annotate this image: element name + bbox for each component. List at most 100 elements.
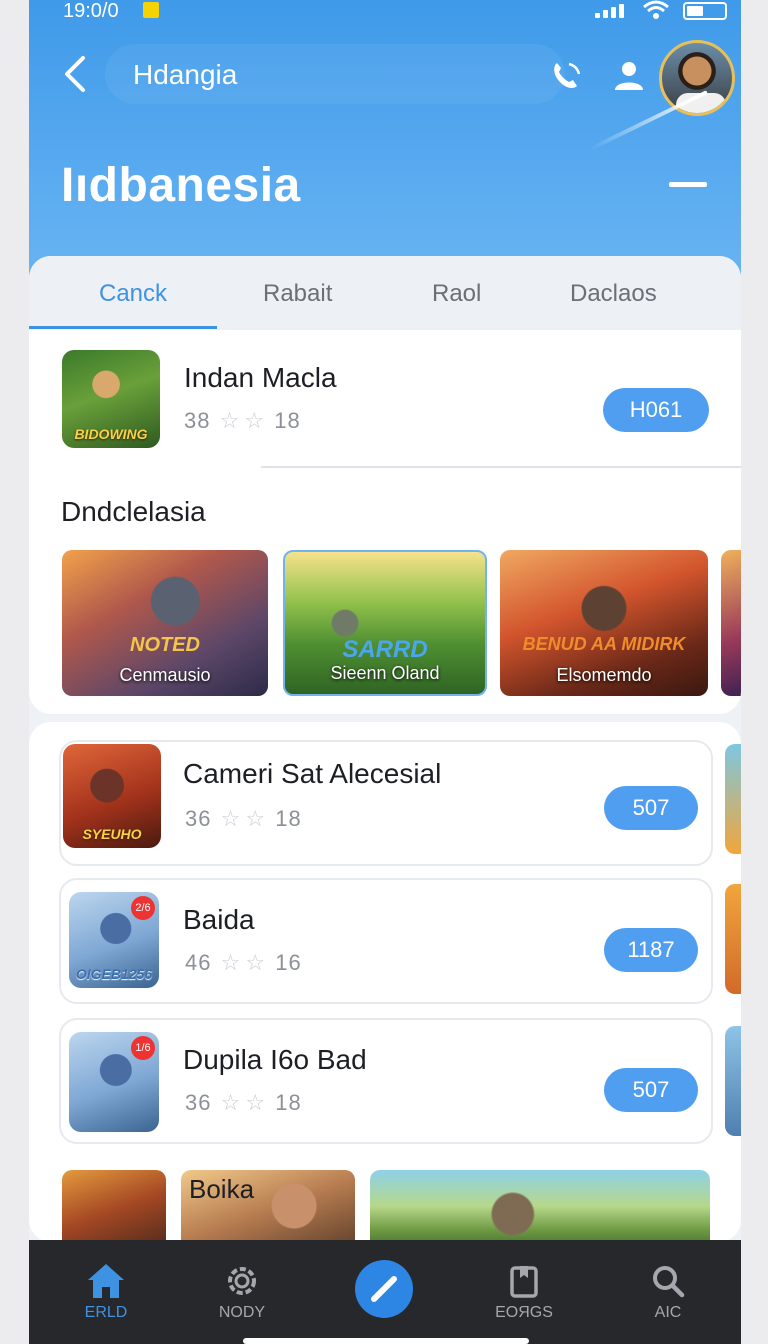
nav-label: NODY (218, 1304, 266, 1321)
tab-bar: Canck Rabait Raol Daclaos (29, 256, 741, 330)
banner-tag: SARRD (342, 636, 428, 663)
game-rating: 36 ☆ ☆ 18 (185, 1090, 302, 1116)
search-bar[interactable]: Hdangia (105, 44, 565, 104)
icon-caption: OIGEB1256 (75, 966, 153, 982)
banner-label: Elsomemdo (556, 665, 652, 685)
banner-label: Sieenn Oland (330, 663, 440, 683)
light-beam-decoration (589, 90, 708, 151)
star-icon: ☆ (220, 806, 242, 831)
side-card-peek (725, 744, 741, 854)
game-action-button[interactable]: 507 (604, 1068, 698, 1112)
tab-daclaos[interactable]: Daclaos (570, 280, 657, 308)
game-action-button[interactable]: 507 (604, 786, 698, 830)
search-icon (653, 1266, 685, 1298)
side-card-peek (725, 884, 741, 994)
wifi-icon (643, 0, 669, 19)
user-icon[interactable] (611, 58, 647, 92)
tab-raol[interactable]: Raol (432, 280, 481, 308)
featured-game-icon[interactable]: BIDOWING (62, 350, 160, 448)
battery-icon (683, 2, 727, 20)
star-icon: ☆ (245, 1090, 267, 1115)
status-bar: 19:0/0 (29, 0, 741, 24)
search-text: Hdangia (133, 59, 238, 90)
game-rating: 46 ☆ ☆ 16 (185, 950, 302, 976)
banner-label: Cenmausio (119, 665, 211, 685)
banner-card[interactable]: SARRD Sieenn Oland (283, 550, 487, 696)
star-icon: ☆ (245, 950, 267, 975)
featured-icon-caption: BIDOWING (74, 426, 148, 442)
banner-card[interactable]: NOTED Cenmausio (62, 550, 268, 696)
game-title: Cameri Sat Alecesial (183, 758, 442, 789)
rating-value: 36 (185, 806, 212, 831)
banner-tag: BENUD AA MIDIRK (522, 634, 686, 654)
edit-fab-button[interactable] (355, 1260, 413, 1318)
list-item[interactable]: 1/6 Dupila I6o Bad 36 ☆ ☆ 18 507 (59, 1018, 713, 1144)
star-icon: ☆ (245, 806, 267, 831)
banner-tag: NOTED (130, 634, 200, 656)
star-icon: ☆ (244, 408, 266, 433)
bottom-nav: ERLD NODY EOЯGS AIC (29, 1240, 741, 1344)
game-title: Dupila I6o Bad (183, 1044, 367, 1075)
game-icon: 2/6 OIGEB1256 (69, 892, 159, 988)
featured-title: Indan Macla (184, 362, 337, 393)
main-card: Canck Rabait Raol Daclaos BIDOWING Indan… (29, 256, 741, 714)
star-icon: ☆ (220, 1090, 242, 1115)
nav-item-search[interactable]: AIC (623, 1262, 713, 1332)
page-title: Iıdbanesia (61, 159, 301, 212)
banner-card[interactable]: BENUD AA MIDIRK Elsomemdo (500, 550, 708, 696)
bottom-game-thumbnail[interactable]: Boika (181, 1170, 355, 1242)
gear-icon (228, 1267, 256, 1295)
rating-value: 38 (184, 408, 211, 433)
nav-item-bookmarks[interactable]: EOЯGS (479, 1262, 569, 1332)
list-item[interactable]: SYEUHO Cameri Sat Alecesial 36 ☆ ☆ 18 507 (59, 740, 713, 866)
rating-count: 18 (274, 408, 301, 433)
bottom-game-thumbnail[interactable] (62, 1170, 166, 1242)
section-title: Dndclelasia (61, 496, 206, 527)
nav-item-settings[interactable]: NODY (197, 1262, 287, 1332)
star-icon: ☆ (219, 408, 241, 433)
home-icon (88, 1264, 124, 1298)
divider (261, 466, 741, 468)
avatar[interactable] (659, 40, 735, 116)
status-time: 19:0/0 (63, 0, 119, 22)
side-card-peek (725, 1026, 741, 1136)
home-indicator (243, 1338, 529, 1344)
collapse-button[interactable] (669, 182, 707, 187)
nav-label: AIC (654, 1304, 682, 1321)
rating-count: 18 (275, 806, 302, 831)
phone-icon[interactable] (547, 56, 585, 94)
game-action-button[interactable]: 1187 (604, 928, 698, 972)
game-icon: SYEUHO (63, 744, 161, 848)
featured-action-button[interactable]: H061 (603, 388, 709, 432)
game-badge: 2/6 (131, 896, 155, 920)
rating-count: 16 (275, 950, 302, 975)
icon-caption: SYEUHO (82, 826, 142, 842)
bottom-game-thumbnail[interactable] (370, 1170, 710, 1242)
featured-rating: 38 ☆ ☆ 18 (184, 408, 301, 434)
bottom-strip-label: Boika (189, 1174, 255, 1204)
sim-icon (143, 2, 159, 18)
header: 19:0/0 Hdangia Iıdbanesia (29, 0, 741, 300)
star-icon: ☆ (220, 950, 242, 975)
bookmark-icon (510, 1266, 538, 1298)
rating-value: 46 (185, 950, 212, 975)
app-screen: 19:0/0 Hdangia Iıdbanesia Canck Rabait R… (29, 0, 741, 1344)
game-badge: 1/6 (131, 1036, 155, 1060)
tab-canck[interactable]: Canck (99, 280, 167, 308)
pencil-icon (371, 1276, 397, 1302)
nav-label: ERLD (84, 1304, 128, 1321)
nav-item-home[interactable]: ERLD (61, 1262, 151, 1332)
list-item[interactable]: 2/6 OIGEB1256 Baida 46 ☆ ☆ 16 1187 (59, 878, 713, 1004)
game-title: Baida (183, 904, 255, 935)
game-rating: 36 ☆ ☆ 18 (185, 806, 302, 832)
rating-count: 18 (275, 1090, 302, 1115)
game-icon: 1/6 (69, 1032, 159, 1132)
banner-card-peek[interactable] (721, 550, 741, 696)
tab-rabait[interactable]: Rabait (263, 280, 332, 308)
active-tab-indicator (29, 326, 217, 329)
rating-value: 36 (185, 1090, 212, 1115)
nav-label: EOЯGS (495, 1304, 553, 1321)
signal-icon (595, 4, 633, 18)
game-list-card: SYEUHO Cameri Sat Alecesial 36 ☆ ☆ 18 507… (29, 722, 741, 1242)
back-button[interactable] (59, 54, 93, 94)
